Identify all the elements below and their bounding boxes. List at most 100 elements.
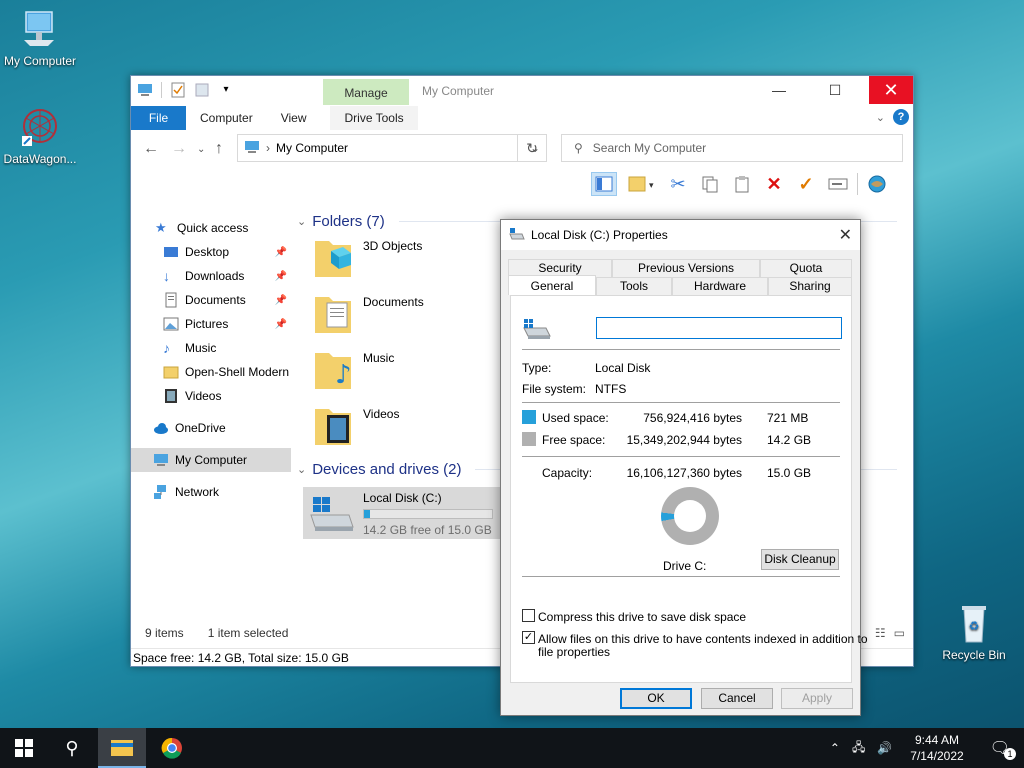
divider <box>522 349 840 350</box>
search-input[interactable]: ⚲ Search My Computer <box>561 134 903 162</box>
sidebar-item-pictures[interactable]: Pictures 📌 <box>131 312 291 336</box>
apply-button[interactable]: Apply <box>781 688 853 709</box>
volume-label-input[interactable] <box>596 317 842 339</box>
sidebar-item-my-computer[interactable]: My Computer <box>131 448 291 472</box>
copy-icon[interactable] <box>697 172 723 196</box>
address-bar[interactable]: › My Computer ⌄ <box>237 134 547 162</box>
new-folder-icon[interactable] <box>194 82 210 98</box>
taskbar: ⚲ ⌃ 🖧 🔊 9:44 AM 7/14/2022 🗨 1 <box>0 728 1024 768</box>
close-button[interactable]: ✕ <box>869 76 913 104</box>
delete-icon[interactable]: ✕ <box>761 172 787 196</box>
donut-hole <box>674 500 706 532</box>
desktop-icon-recycle-bin[interactable]: ♻ Recycle Bin <box>934 604 1014 662</box>
videos-icon <box>163 388 179 404</box>
sidebar-item-videos[interactable]: Videos <box>131 384 291 408</box>
ribbon-help-area: ⌄ ? <box>876 109 909 125</box>
sidebar-item-network[interactable]: Network <box>131 480 291 504</box>
tab-file[interactable]: File <box>131 106 186 130</box>
videos-folder-icon <box>313 403 353 447</box>
properties-check-icon[interactable]: ✓ <box>793 172 819 196</box>
network-tray-icon[interactable]: 🖧 <box>846 738 871 759</box>
rename-icon[interactable] <box>825 172 851 196</box>
hard-drive-windows-icon <box>309 491 355 535</box>
customize-qat-icon[interactable]: ▾ <box>218 82 234 98</box>
ribbon-tabs: File Computer View Drive Tools <box>131 106 913 130</box>
back-arrow-icon[interactable]: ← <box>143 140 159 158</box>
onedrive-cloud-icon <box>153 420 169 436</box>
up-arrow-icon[interactable]: ↑ <box>215 140 223 158</box>
tab-hardware[interactable]: Hardware <box>672 277 768 295</box>
free-space-swatch <box>522 432 536 446</box>
desktop-icon-my-computer[interactable]: My Computer <box>0 10 80 68</box>
help-icon[interactable]: ? <box>893 109 909 125</box>
file-explorer-taskbar-button[interactable] <box>98 728 146 768</box>
window-title: My Computer <box>422 84 495 98</box>
sidebar-item-documents[interactable]: Documents 📌 <box>131 288 291 312</box>
start-button[interactable] <box>0 728 48 768</box>
pin-icon: 📌 <box>274 246 287 258</box>
tab-sharing[interactable]: Sharing <box>768 277 852 295</box>
sidebar-item-label: OneDrive <box>175 421 226 435</box>
sidebar-item-quick-access[interactable]: ★ Quick access <box>131 216 291 240</box>
action-center-button[interactable]: 🗨 1 <box>976 738 1024 760</box>
clock[interactable]: 9:44 AM 7/14/2022 <box>898 732 975 764</box>
globe-icon[interactable] <box>864 172 890 196</box>
folder-options-icon[interactable]: ▾ <box>623 172 659 196</box>
expand-ribbon-icon[interactable]: ⌄ <box>876 111 885 124</box>
cancel-button[interactable]: Cancel <box>701 688 773 709</box>
sidebar-item-desktop[interactable]: Desktop 📌 <box>131 240 291 264</box>
tab-view[interactable]: View <box>267 106 321 130</box>
tab-general[interactable]: General <box>508 275 596 295</box>
disk-cleanup-button[interactable]: Disk Cleanup <box>761 549 839 570</box>
system-tray: ⌃ 🖧 🔊 9:44 AM 7/14/2022 🗨 1 <box>824 728 1024 768</box>
details-view-icon[interactable]: ☷ <box>875 626 886 640</box>
chrome-taskbar-button[interactable] <box>148 728 196 768</box>
tab-previous-versions[interactable]: Previous Versions <box>612 259 760 277</box>
tab-drive-tools[interactable]: Drive Tools <box>330 106 418 130</box>
properties-icon[interactable] <box>170 82 186 98</box>
dialog-close-button[interactable]: ✕ <box>839 225 852 245</box>
drive-item-local-disk-c[interactable]: Local Disk (C:) 14.2 GB free of 15.0 GB <box>303 487 503 539</box>
drive-name: Local Disk (C:) <box>363 491 442 505</box>
sidebar-item-onedrive[interactable]: OneDrive <box>131 416 291 440</box>
navigation-pane-icon[interactable] <box>591 172 617 196</box>
forward-arrow-icon[interactable]: → <box>171 140 187 158</box>
group-header-label: Devices and drives (2) <box>312 460 462 478</box>
sidebar-item-music[interactable]: ♪ Music <box>131 336 291 360</box>
drive-usage-fill <box>364 510 371 518</box>
cut-icon[interactable]: ✂ <box>665 172 691 196</box>
minimize-button[interactable]: — <box>757 76 801 104</box>
index-checkbox[interactable]: ✓ <box>522 631 535 644</box>
large-icons-view-icon[interactable]: ▭ <box>894 626 905 640</box>
view-toggle: ☷ ▭ <box>875 626 905 640</box>
recent-locations-icon[interactable]: ⌄ <box>197 144 205 155</box>
volume-icon[interactable]: 🔊 <box>871 741 898 755</box>
clock-time: 9:44 AM <box>914 733 959 747</box>
used-space-bytes: 756,924,416 bytes <box>643 411 742 425</box>
search-placeholder: Search My Computer <box>592 141 707 155</box>
network-icon <box>153 484 169 500</box>
sidebar-item-downloads[interactable]: ↓ Downloads 📌 <box>131 264 291 288</box>
tab-manage[interactable]: Manage <box>323 79 409 105</box>
sidebar-item-open-shell[interactable]: Open-Shell Modern <box>131 360 291 384</box>
ok-button[interactable]: OK <box>620 688 692 709</box>
tab-computer[interactable]: Computer <box>186 106 267 130</box>
computer-small-icon <box>244 140 260 157</box>
tab-quota[interactable]: Quota <box>760 259 852 277</box>
used-space-size: 721 MB <box>767 411 809 425</box>
properties-dialog: Local Disk (C:) Properties ✕ Security Pr… <box>500 219 868 716</box>
chevron-right-icon: › <box>266 141 270 155</box>
show-hidden-icons-icon[interactable]: ⌃ <box>824 741 846 755</box>
3d-objects-folder-icon <box>313 235 353 279</box>
divider <box>522 402 840 403</box>
pin-icon: 📌 <box>274 318 287 330</box>
desktop-icon-label: Recycle Bin <box>942 648 1006 662</box>
tab-tools[interactable]: Tools <box>596 277 672 295</box>
capacity-label: Capacity: <box>542 466 593 480</box>
compress-checkbox[interactable] <box>522 609 535 622</box>
desktop-icon-datawagon[interactable]: DataWagon... <box>0 108 80 166</box>
maximize-button[interactable]: ☐ <box>813 76 857 104</box>
refresh-button[interactable]: ↻ <box>517 134 547 162</box>
search-button[interactable]: ⚲ <box>48 728 96 768</box>
paste-icon[interactable] <box>729 172 755 196</box>
